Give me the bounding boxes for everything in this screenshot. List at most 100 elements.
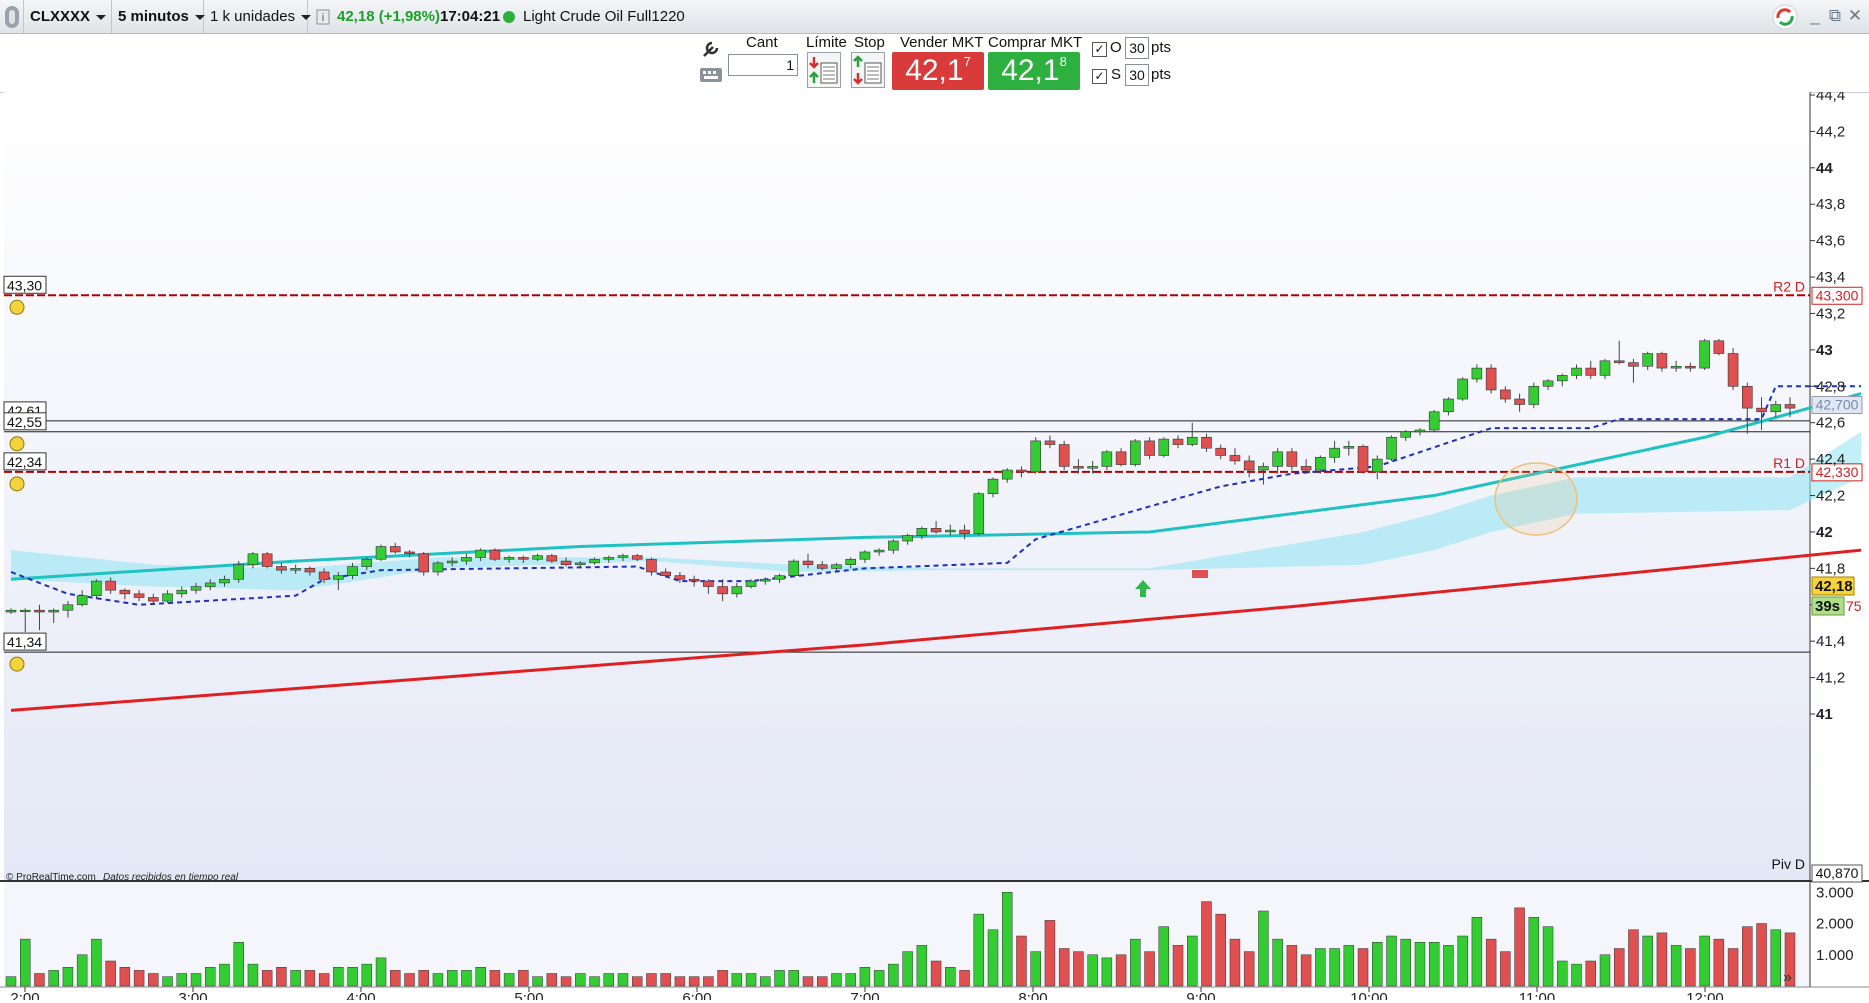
volume-bar (930, 960, 942, 987)
limit-order-button[interactable] (807, 52, 841, 88)
volume-bar (333, 967, 344, 987)
drag-handle[interactable] (0, 0, 24, 33)
candle-body (745, 580, 757, 587)
restore-button[interactable]: ⧉ (1826, 6, 1844, 26)
close-button[interactable]: ✕ (1846, 6, 1864, 26)
objective-points-input[interactable]: 30 (1125, 37, 1149, 59)
volume-bar (1087, 954, 1098, 987)
candle-body (760, 578, 771, 582)
candle-body (1428, 411, 1440, 431)
volume-bar (1428, 942, 1440, 987)
symbol-select[interactable]: CLXXXX (24, 0, 112, 33)
volume-bar (1400, 938, 1411, 987)
candle-body (176, 589, 188, 595)
candle-body (973, 493, 985, 535)
scroll-right-button[interactable]: » (1783, 969, 1792, 986)
y-tick-label: 44,2 (1816, 123, 1845, 140)
volume-bar (831, 973, 842, 987)
candle-body (603, 557, 615, 560)
candle-body (1400, 431, 1412, 438)
volume-bar (845, 973, 856, 987)
y-tick-label: 43 (1816, 342, 1833, 359)
units-label: 1 k unidades (210, 8, 296, 25)
pivot-label: R2 D (1773, 278, 1805, 294)
hline-left-label: 42,55 (7, 414, 42, 430)
volume-bar (219, 963, 230, 987)
candle-body (888, 540, 899, 551)
candle-body (162, 593, 173, 602)
candle-body (987, 478, 999, 495)
candle-body (347, 566, 358, 576)
units-select[interactable]: 1 k unidades (204, 0, 312, 33)
keyboard-button[interactable] (698, 64, 724, 86)
chart-area[interactable]: R2 D 43,300 43,30 R1 D 42,330 42,34 Piv D 40,87… (0, 87, 1869, 1003)
candle-body (1500, 389, 1511, 400)
y-tick-label: 42,8 (1816, 378, 1845, 395)
buy-price: 42,1 (1001, 54, 1060, 87)
y-tick-label: 44,4 (1816, 92, 1845, 104)
candle-body (1158, 438, 1170, 456)
candle-body (219, 578, 230, 584)
volume-bar (1144, 951, 1155, 987)
limit-order-icon (809, 57, 838, 84)
symbol-label: CLXXXX (30, 8, 91, 25)
minimize-button[interactable]: _ (1806, 6, 1824, 26)
refresh-button[interactable] (1771, 3, 1799, 31)
qty-input[interactable]: 1 (728, 54, 798, 76)
volume-bar (276, 967, 287, 987)
volume-bar (261, 970, 273, 987)
price-chart[interactable]: R2 D43,30043,30R1 D42,33042,34Piv D40,87… (0, 87, 1869, 1003)
settings-button[interactable] (698, 37, 724, 61)
volume-bar (902, 951, 913, 987)
stop-order-button[interactable] (851, 52, 885, 88)
x-tick-label: 12:00 (1686, 990, 1724, 1000)
candle-body (1784, 404, 1796, 409)
countdown: 39s (1815, 598, 1840, 615)
volume-bar (546, 973, 558, 987)
volume-bar (1528, 917, 1540, 987)
candle-body (1699, 340, 1710, 369)
candle-body (1144, 440, 1155, 456)
volume-bar (1229, 938, 1241, 987)
volume-bar (1315, 948, 1326, 987)
candle-body (261, 553, 273, 567)
volume-bar (1187, 935, 1198, 987)
level-left-label: 42,34 (7, 454, 42, 470)
buy-market-button[interactable]: 42,18 (988, 52, 1080, 90)
volume-bar (1514, 907, 1525, 987)
volume-bar (1443, 945, 1454, 987)
candle-body (1443, 398, 1454, 413)
volume-bar (489, 970, 501, 987)
volume-bar (760, 976, 771, 987)
sell-market-button[interactable]: 42,17 (892, 52, 984, 90)
sell-marker-icon (1192, 570, 1208, 578)
volume-bar (1642, 935, 1653, 987)
volume-bar (503, 973, 515, 987)
candle-body (902, 535, 913, 542)
candle-body (1713, 340, 1725, 354)
volume-bar (318, 973, 330, 987)
stop-checkbox[interactable]: ✓ (1092, 69, 1107, 84)
candle-body (1685, 365, 1696, 369)
svg-text:i: i (322, 12, 324, 24)
candle-body (404, 551, 415, 555)
candle-body (574, 562, 586, 566)
volume-bar (1172, 945, 1184, 987)
realtime-text: Datos recibidos en tiempo real (103, 872, 239, 883)
objective-checkbox[interactable]: ✓ (1092, 42, 1107, 57)
y-tick-label: 41 (1816, 706, 1833, 723)
highlight-ellipse (1494, 462, 1578, 536)
x-tick-label: 2:00 (10, 990, 39, 1000)
candle-body (318, 571, 330, 580)
candle-body (1613, 360, 1625, 363)
candle-body (76, 595, 88, 606)
volume-bar (1002, 892, 1013, 987)
candle-body (1471, 367, 1483, 380)
volume-bar (703, 976, 714, 987)
stop-points-input[interactable]: 30 (1125, 64, 1149, 86)
volume-bar (1101, 957, 1113, 987)
timeframe-select[interactable]: 5 minutos (112, 0, 205, 33)
limit-label: Límite (806, 34, 847, 51)
candle-body (1628, 362, 1639, 367)
qty-label: Cant (746, 34, 778, 51)
